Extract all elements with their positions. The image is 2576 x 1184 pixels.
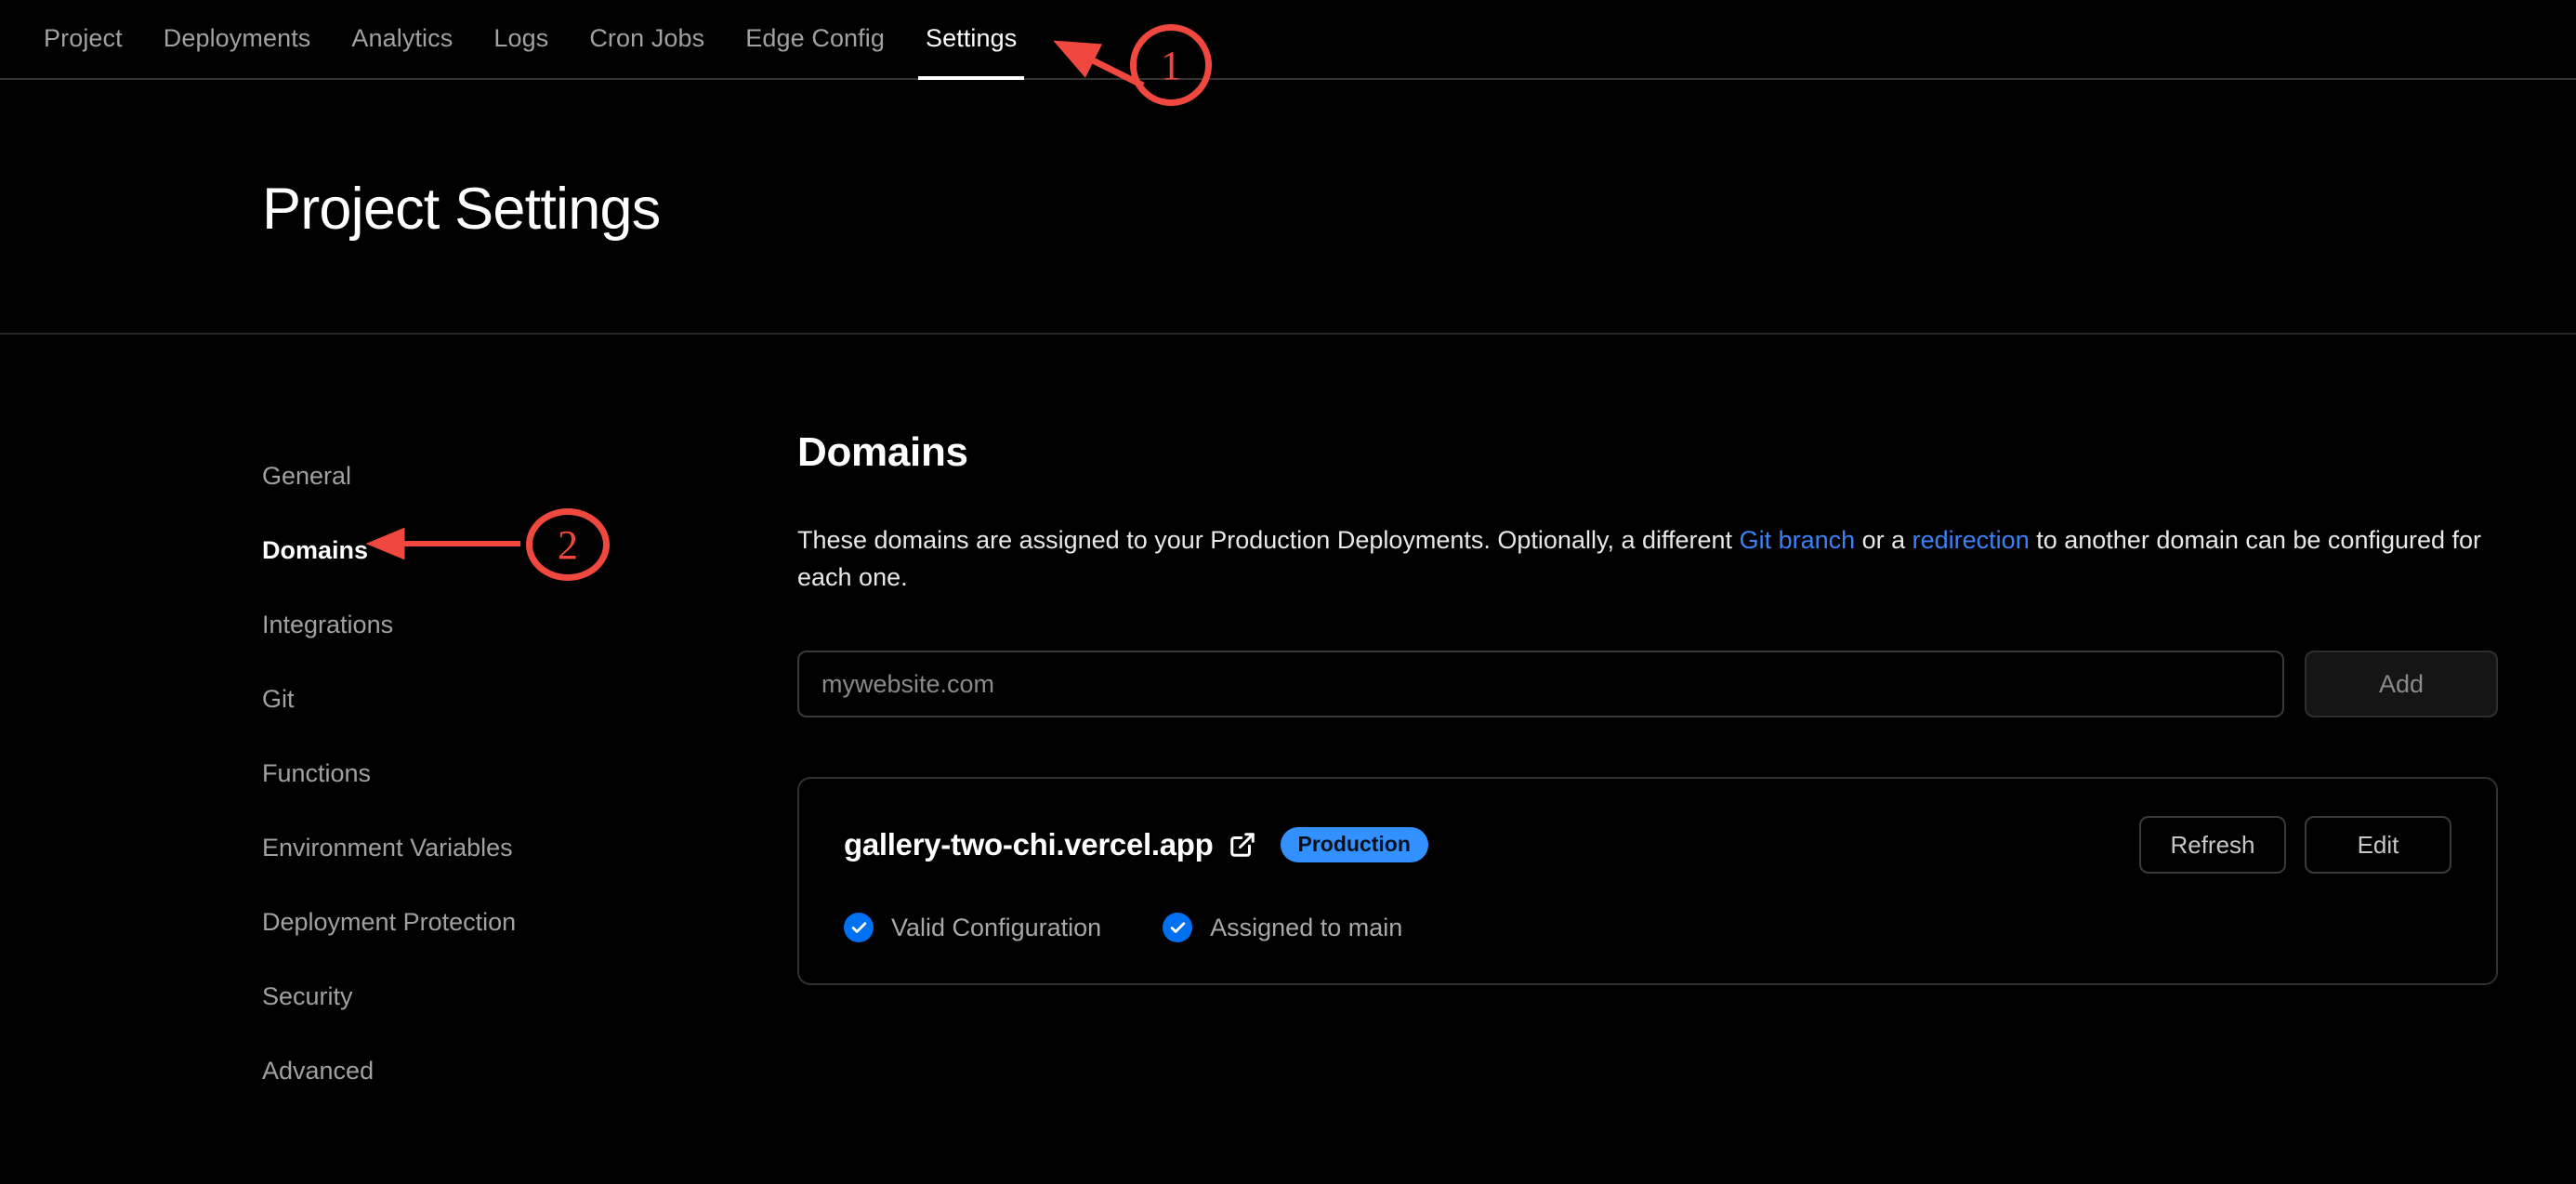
check-circle-icon: [1163, 913, 1193, 942]
nav-tab-analytics[interactable]: Analytics: [331, 0, 473, 80]
page-body: General Domains Integrations Git Functio…: [0, 336, 2576, 1184]
description-text-part-2: or a: [1855, 526, 1912, 554]
edit-button[interactable]: Edit: [2305, 816, 2451, 874]
sidebar-item-domains[interactable]: Domains: [262, 513, 745, 587]
domain-card-header: gallery-two-chi.vercel.app Production Re…: [844, 816, 2451, 874]
description-text-part-1: These domains are assigned to your Produ…: [797, 526, 1740, 554]
status-assigned-to-branch: Assigned to main: [1163, 913, 1402, 942]
sidebar-item-label: Advanced: [262, 1057, 375, 1085]
domain-card-actions: Refresh Edit: [2139, 816, 2451, 874]
nav-tab-project[interactable]: Project: [23, 0, 143, 80]
external-link-icon[interactable]: [1229, 831, 1256, 859]
nav-tab-cron-jobs[interactable]: Cron Jobs: [569, 0, 725, 80]
domain-name-group: gallery-two-chi.vercel.app Production: [844, 827, 1428, 862]
sidebar-item-label: Security: [262, 982, 353, 1010]
nav-tab-label: Deployments: [163, 24, 311, 52]
nav-tab-deployments[interactable]: Deployments: [143, 0, 332, 80]
status-valid-configuration: Valid Configuration: [844, 913, 1101, 942]
sidebar-item-environment-variables[interactable]: Environment Variables: [262, 810, 745, 885]
add-domain-form: Add: [797, 651, 2498, 717]
page-title: Project Settings: [262, 177, 661, 242]
sidebar-item-label: General: [262, 462, 352, 490]
sidebar-item-integrations[interactable]: Integrations: [262, 587, 745, 662]
refresh-button[interactable]: Refresh: [2139, 816, 2286, 874]
status-label: Assigned to main: [1210, 913, 1403, 941]
sidebar-item-label: Domains: [262, 536, 369, 564]
nav-tab-label: Project: [44, 24, 123, 52]
section-description: These domains are assigned to your Produ…: [797, 521, 2498, 596]
status-badge-production: Production: [1280, 827, 1428, 862]
status-label: Valid Configuration: [891, 913, 1102, 941]
nav-tab-label: Edge Config: [745, 24, 885, 52]
sidebar-item-security[interactable]: Security: [262, 959, 745, 1033]
nav-tab-label: Settings: [926, 24, 1018, 52]
nav-tab-label: Analytics: [351, 24, 453, 52]
page-header: Project Settings: [0, 80, 2576, 335]
section-title: Domains: [797, 429, 968, 475]
domain-card: gallery-two-chi.vercel.app Production Re…: [797, 777, 2498, 985]
git-branch-link[interactable]: Git branch: [1740, 526, 1856, 554]
domain-status-row: Valid Configuration Assigned to main: [844, 913, 2451, 942]
app-root: Project Deployments Analytics Logs Cron …: [0, 0, 2576, 1184]
domain-input[interactable]: [797, 651, 2284, 717]
nav-tab-label: Logs: [493, 24, 549, 52]
top-navigation: Project Deployments Analytics Logs Cron …: [0, 0, 2576, 80]
sidebar-item-general[interactable]: General: [262, 439, 745, 513]
sidebar-item-functions[interactable]: Functions: [262, 736, 745, 810]
sidebar-item-label: Deployment Protection: [262, 908, 517, 936]
sidebar-item-label: Environment Variables: [262, 834, 513, 862]
sidebar-item-advanced[interactable]: Advanced: [262, 1033, 745, 1108]
settings-content: Domains These domains are assigned to yo…: [797, 429, 2498, 985]
settings-sidebar: General Domains Integrations Git Functio…: [262, 439, 745, 1108]
sidebar-item-label: Integrations: [262, 611, 394, 638]
check-circle-icon: [844, 913, 874, 942]
add-domain-button[interactable]: Add: [2305, 651, 2498, 717]
nav-tab-logs[interactable]: Logs: [473, 0, 569, 80]
sidebar-item-label: Git: [262, 685, 295, 713]
sidebar-item-label: Functions: [262, 759, 372, 787]
domain-name[interactable]: gallery-two-chi.vercel.app: [844, 827, 1214, 862]
sidebar-item-git[interactable]: Git: [262, 662, 745, 736]
nav-tab-edge-config[interactable]: Edge Config: [725, 0, 905, 80]
redirection-link[interactable]: redirection: [1912, 526, 2030, 554]
sidebar-item-deployment-protection[interactable]: Deployment Protection: [262, 885, 745, 959]
nav-tab-settings[interactable]: Settings: [905, 0, 1037, 80]
nav-tab-label: Cron Jobs: [589, 24, 705, 52]
